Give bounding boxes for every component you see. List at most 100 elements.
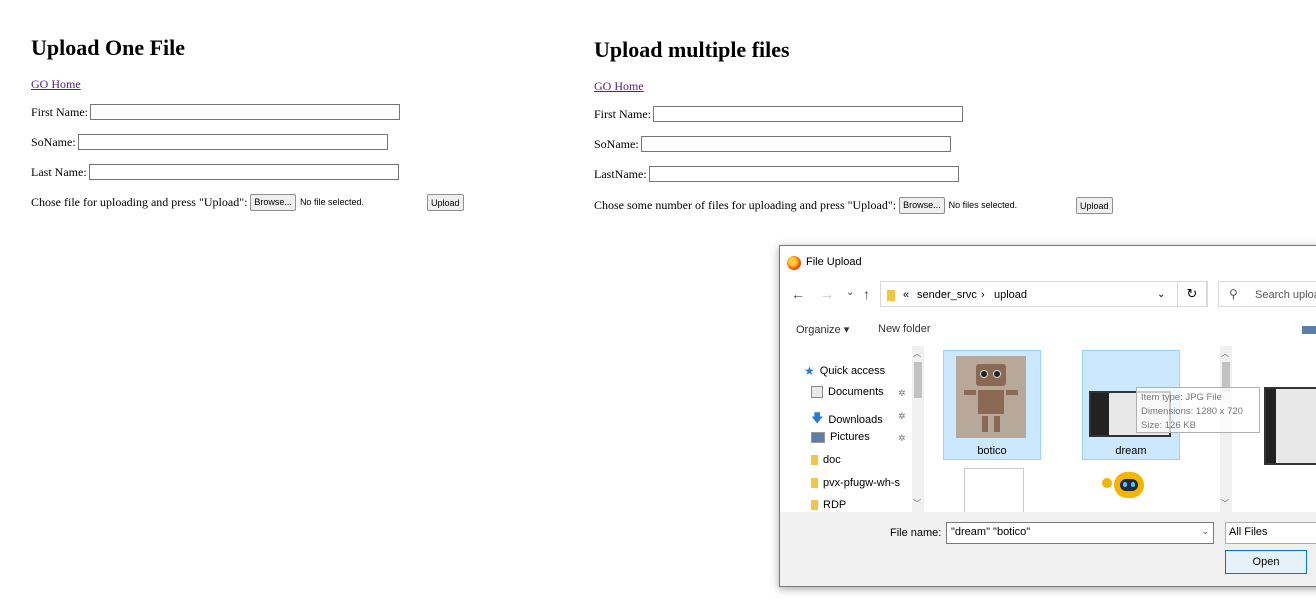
upload-button-multi[interactable]: Upload: [1076, 197, 1113, 214]
file-item-botico[interactable]: botico: [943, 350, 1041, 460]
folder-icon: [887, 290, 895, 301]
botico-thumbnail: [956, 356, 1026, 438]
dialog-titlebar[interactable]: File Upload: [780, 246, 1316, 278]
sidebar-item-pictures[interactable]: Pictures: [811, 431, 870, 443]
sidebar-item-documents[interactable]: Documents: [811, 386, 884, 398]
go-home-link-multi[interactable]: GO Home: [594, 79, 644, 94]
file-list-scrollbar[interactable]: ︿ ﹀: [1220, 346, 1232, 512]
breadcrumb-separator: ›: [981, 289, 985, 301]
refresh-icon[interactable]: ↻: [1177, 281, 1207, 307]
so-name-input-multi[interactable]: [640, 136, 951, 152]
folder-icon: [811, 455, 818, 465]
scroll-up-icon[interactable]: ︿: [913, 348, 921, 359]
page-title-multi: Upload multiple files: [594, 37, 790, 62]
file-name-label: File name:: [890, 527, 942, 539]
file-name-input[interactable]: "dream" "botico" ⌄: [946, 522, 1214, 544]
address-dropdown-icon[interactable]: ⌄: [1157, 289, 1165, 300]
sidebar-scroll-thumb[interactable]: [914, 362, 922, 398]
browse-button[interactable]: Browse...: [250, 193, 296, 211]
last-name-label: Last Name:: [31, 164, 87, 179]
scroll-up-icon[interactable]: ︿: [1221, 348, 1229, 359]
pin-icon: ✲: [898, 411, 906, 421]
file-name-label: dream: [1115, 445, 1147, 457]
firefox-icon: [787, 256, 801, 270]
file-item-dream[interactable]: dream: [1082, 350, 1180, 460]
back-icon[interactable]: ←: [791, 286, 805, 302]
scroll-down-icon[interactable]: ﹀: [1221, 498, 1229, 509]
file-row-multi: Chose some number of files for uploading…: [594, 196, 1017, 214]
sidebar-item-downloads[interactable]: 🡇 Downloads: [811, 409, 883, 430]
first-name-input[interactable]: [90, 104, 400, 120]
breadcrumb-overflow[interactable]: «: [903, 289, 909, 301]
star-icon: ★: [804, 364, 815, 378]
file-upload-dialog: File Upload ← → ⌄ ↑ « sender_srvc › uplo…: [779, 245, 1316, 587]
file-name-value: "dream" "botico": [951, 526, 1031, 538]
sidebar-item-pvx[interactable]: pvx-pfugw-wh-s: [811, 477, 900, 489]
file-prompt-label-multi: Chose some number of files for uploading…: [594, 197, 897, 212]
chevron-down-icon[interactable]: ⌄: [1201, 526, 1209, 537]
dialog-toolbar: Organize ▾ New folder: [780, 314, 1316, 347]
file-prompt-label: Chose file for uploading and press "Uplo…: [31, 194, 248, 209]
forward-icon[interactable]: →: [820, 286, 834, 302]
file-list-scroll-thumb[interactable]: [1222, 362, 1230, 392]
recent-locations-icon[interactable]: ⌄: [846, 287, 854, 298]
partial-thumbnail[interactable]: [1264, 387, 1316, 465]
address-bar[interactable]: « sender_srvc › upload ⌄: [880, 281, 1208, 307]
page-title: Upload One File: [31, 35, 186, 60]
first-name-row: First Name:: [31, 103, 400, 121]
last-name-row: Last Name:: [31, 163, 399, 181]
browse-button-multi[interactable]: Browse...: [899, 196, 945, 214]
scroll-down-icon[interactable]: ﹀: [913, 498, 921, 509]
documents-icon: [811, 386, 823, 398]
first-name-input-multi[interactable]: [653, 106, 963, 122]
file-type-filter[interactable]: All Files: [1225, 522, 1316, 544]
sidebar-item-doc[interactable]: doc: [811, 454, 841, 466]
file-row: Chose file for uploading and press "Uplo…: [31, 193, 364, 211]
upload-button[interactable]: Upload: [427, 194, 464, 211]
new-folder-button[interactable]: New folder: [878, 323, 931, 335]
first-name-label: First Name:: [31, 104, 88, 119]
file-status: No file selected.: [299, 197, 364, 207]
view-options-icon[interactable]: [1302, 326, 1316, 334]
document-thumbnail[interactable]: [964, 468, 1024, 514]
sidebar-scrollbar[interactable]: ︿ ﹀: [912, 346, 924, 512]
last-name-label-multi: LastName:: [594, 166, 647, 181]
folder-icon: [811, 500, 818, 510]
search-icon: ⚲: [1229, 287, 1238, 301]
so-name-label: SoName:: [31, 134, 76, 149]
open-button[interactable]: Open: [1225, 550, 1307, 574]
sidebar-item-quick-access[interactable]: ★ Quick access: [804, 364, 885, 378]
robot-eye: [1131, 482, 1135, 487]
robot-hand: [1102, 478, 1112, 488]
up-folder-icon[interactable]: ↑: [863, 286, 870, 302]
folder-icon: [811, 478, 818, 488]
organize-menu[interactable]: Organize ▾: [796, 323, 849, 336]
so-name-input[interactable]: [77, 134, 388, 150]
last-name-input-multi[interactable]: [648, 166, 959, 182]
downloads-icon: 🡇: [811, 411, 824, 425]
breadcrumb-upload[interactable]: upload: [994, 289, 1027, 301]
last-name-input[interactable]: [88, 164, 399, 180]
pictures-icon: [811, 431, 825, 443]
search-box[interactable]: ⚲ Search uploa: [1218, 281, 1316, 307]
pin-icon: ✲: [898, 388, 906, 398]
first-name-label-multi: First Name:: [594, 106, 651, 121]
file-status-multi: No files selected.: [948, 200, 1018, 210]
search-placeholder: Search uploa: [1255, 289, 1316, 301]
go-home-link[interactable]: GO Home: [31, 77, 81, 92]
pin-icon: ✲: [898, 433, 906, 443]
first-name-row-multi: First Name:: [594, 105, 963, 123]
breadcrumb-sender-srvc[interactable]: sender_srvc: [917, 289, 977, 301]
robot-thumbnail[interactable]: [1094, 468, 1164, 512]
file-name-label: botico: [977, 445, 1007, 457]
dream-thumbnail: [1089, 391, 1171, 437]
last-name-row-multi: LastName:: [594, 165, 959, 183]
so-name-row-multi: SoName:: [594, 135, 951, 153]
dialog-footer: File name: "dream" "botico" ⌄ All Files …: [780, 512, 1316, 586]
sidebar-item-rdp[interactable]: RDP: [811, 499, 846, 511]
so-name-label-multi: SoName:: [594, 136, 639, 151]
dialog-title: File Upload: [806, 256, 862, 268]
robot-eye: [1123, 482, 1127, 487]
navigation-pane: ★ Quick access Documents ✲ 🡇 Downloads ✲…: [780, 346, 926, 512]
so-name-row: SoName:: [31, 133, 388, 151]
